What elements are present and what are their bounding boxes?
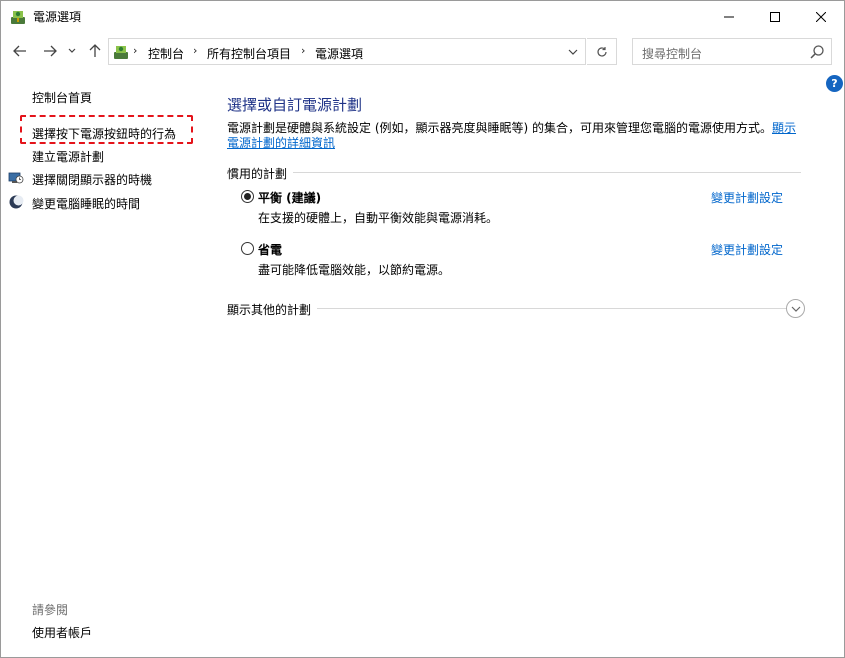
refresh-icon — [596, 46, 607, 57]
sidebar-item-user-accounts[interactable]: 使用者帳戶 — [32, 624, 92, 641]
recent-locations-button[interactable] — [65, 40, 79, 62]
search-input[interactable]: 搜尋控制台 — [632, 38, 832, 65]
close-icon — [816, 11, 826, 22]
help-button[interactable]: ? — [826, 75, 843, 92]
breadcrumb-control-panel[interactable]: 控制台 — [148, 45, 184, 62]
question-mark-icon: ? — [831, 77, 838, 90]
breadcrumb-separator[interactable]: › — [133, 44, 137, 57]
plan-description: 盡可能降低電腦效能，以節約電源。 — [258, 263, 451, 277]
description-text: 電源計劃是硬體與系統設定 (例如，顯示器亮度與睡眠等) 的集合，可用來管理您電腦… — [227, 121, 772, 135]
page-title: 選擇或自訂電源計劃 — [227, 96, 363, 114]
breadcrumb-separator[interactable]: › — [193, 44, 197, 57]
sidebar-item-change-sleep-time[interactable]: 變更電腦睡眠的時間 — [32, 195, 140, 212]
plan-power-saver-radio[interactable] — [241, 242, 254, 255]
chevron-down-icon — [568, 49, 578, 55]
breadcrumb-separator[interactable]: › — [301, 44, 305, 57]
page-description: 電源計劃是硬體與系統設定 (例如，顯示器亮度與睡眠等) 的集合，可用來管理您電腦… — [227, 121, 807, 151]
minimize-icon — [724, 16, 734, 17]
moon-icon — [9, 195, 24, 209]
control-panel-icon — [114, 46, 128, 59]
forward-button[interactable] — [39, 40, 61, 62]
change-plan-settings-link[interactable]: 變更計劃設定 — [711, 189, 783, 206]
section-label: 慣用的計劃 — [227, 165, 294, 182]
section-divider — [227, 172, 801, 173]
preferred-plans-section: 慣用的計劃 — [227, 165, 801, 182]
navigation-bar: › 控制台 › 所有控制台項目 › 電源選項 搜尋控制台 — [1, 36, 844, 68]
control-panel-window: 電源選項 › 控制台 › 所有控制台項目 › 電源選項 搜尋控制台 ? 控制台首… — [0, 0, 845, 658]
arrow-right-icon — [44, 45, 57, 57]
monitor-clock-icon — [8, 172, 24, 184]
plan-name[interactable]: 省電 — [258, 241, 282, 258]
chevron-down-icon — [791, 306, 800, 312]
plan-description: 在支援的硬體上，自動平衡效能與電源消耗。 — [258, 211, 499, 225]
close-button[interactable] — [798, 1, 844, 32]
sidebar-item-display-off-timing[interactable]: 選擇關閉顯示器的時機 — [32, 171, 152, 188]
breadcrumb-all-items[interactable]: 所有控制台項目 — [207, 45, 291, 62]
see-also-heading: 請參閱 — [32, 603, 69, 617]
show-more-plans[interactable]: 顯示其他的計劃 — [227, 299, 807, 319]
show-more-plans-label[interactable]: 顯示其他的計劃 — [227, 301, 318, 318]
minimize-button[interactable] — [706, 1, 752, 32]
sidebar-item-control-panel-home[interactable]: 控制台首頁 — [32, 89, 92, 106]
sidebar-item-create-power-plan[interactable]: 建立電源計劃 — [32, 148, 104, 165]
arrow-left-icon — [13, 45, 26, 57]
breadcrumb-power-options[interactable]: 電源選項 — [315, 45, 363, 62]
power-options-icon — [11, 11, 25, 24]
window-title: 電源選項 — [33, 10, 82, 24]
refresh-button[interactable] — [587, 38, 617, 65]
arrow-up-icon — [89, 44, 101, 57]
address-bar[interactable]: › 控制台 › 所有控制台項目 › 電源選項 — [108, 38, 586, 65]
up-button[interactable] — [84, 40, 106, 62]
change-plan-settings-link[interactable]: 變更計劃設定 — [711, 241, 783, 258]
maximize-button[interactable] — [752, 1, 798, 32]
expand-button[interactable] — [786, 299, 805, 318]
sidebar-item-power-button-behavior[interactable]: 選擇按下電源按鈕時的行為 — [32, 125, 176, 142]
maximize-icon — [770, 11, 780, 22]
search-placeholder: 搜尋控制台 — [642, 47, 703, 61]
address-dropdown-button[interactable] — [561, 39, 585, 64]
search-icon — [810, 45, 824, 59]
chevron-down-icon — [68, 48, 76, 53]
plan-name[interactable]: 平衡 (建議) — [258, 189, 321, 206]
plan-balanced-radio[interactable] — [241, 190, 254, 203]
back-button[interactable] — [9, 40, 31, 62]
title-bar: 電源選項 — [1, 1, 844, 32]
